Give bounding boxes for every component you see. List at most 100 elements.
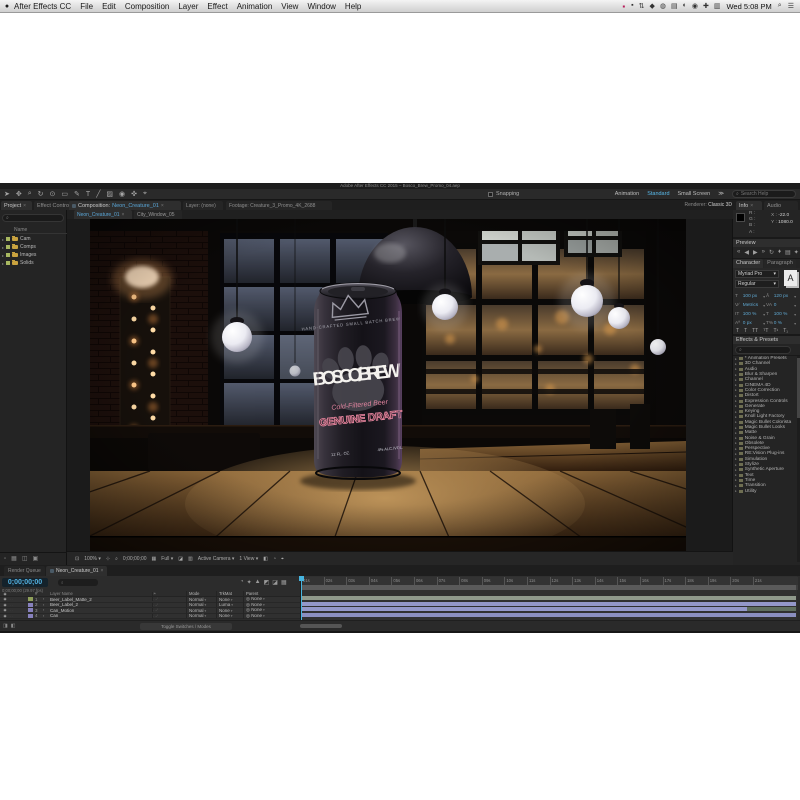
project-name-column[interactable]: Name	[0, 226, 67, 234]
viewer-tab-active[interactable]: Neon_Creature_01 ×	[74, 210, 132, 219]
twirl-icon[interactable]: ▸	[735, 362, 737, 366]
spotlight-icon[interactable]: ⌕	[778, 2, 782, 10]
tool-icon[interactable]: ✥	[16, 190, 22, 198]
renderer-control[interactable]: Renderer: Classic 3D	[646, 202, 732, 208]
font-preview-swatch[interactable]: A	[784, 270, 797, 286]
project-search-input[interactable]: ⌕	[2, 214, 64, 222]
status-icon[interactable]: ◍	[660, 2, 666, 10]
twirl-icon[interactable]: ▸	[735, 426, 737, 430]
tab-footage[interactable]: Footage: Creature_3_Promo_4K_2688	[226, 201, 332, 210]
close-icon[interactable]: ×	[23, 203, 26, 209]
timeline-toolbar-icon[interactable]: ▲	[255, 579, 261, 586]
effects-search-input[interactable]: ⌕	[735, 346, 791, 354]
search-help-input[interactable]: ⌕ Search Help	[732, 190, 796, 198]
layer-name-column[interactable]: Layer Name	[50, 591, 152, 596]
comp-control[interactable]: 100% ▾	[84, 556, 101, 562]
twirl-icon[interactable]: ▸	[2, 245, 4, 250]
style-toggle[interactable]: T	[744, 328, 747, 334]
tool-icon[interactable]: ▭	[61, 190, 68, 198]
snapping-checkbox[interactable]	[488, 192, 493, 197]
label-color-swatch[interactable]	[6, 237, 10, 241]
expand-icon[interactable]: ◨	[3, 623, 8, 629]
notification-center-icon[interactable]: ☰	[788, 2, 794, 10]
menu-item[interactable]: Window	[307, 2, 335, 11]
transport-button[interactable]: ◀	[744, 249, 749, 256]
visibility-eye-icon[interactable]: ◉	[0, 614, 10, 618]
twirl-icon[interactable]: ▸	[735, 473, 737, 477]
tab-paragraph[interactable]: Paragraph	[764, 259, 796, 268]
twirl-icon[interactable]: ▸	[735, 383, 737, 387]
timeline-toolbar-icon[interactable]: ◪	[272, 579, 278, 586]
menu-item[interactable]: Edit	[102, 2, 116, 11]
status-icons[interactable]: ▪⇅◆◍▤◐◉✚▥	[631, 2, 720, 10]
twirl-icon[interactable]: ▸	[735, 441, 737, 445]
twirl-icon[interactable]: ▸	[735, 463, 737, 467]
project-footer-icon[interactable]: ▣	[32, 555, 38, 562]
twirl-icon[interactable]: ▸	[735, 388, 737, 392]
menu-item[interactable]: Help	[345, 2, 361, 11]
menu-item[interactable]: View	[281, 2, 298, 11]
comp-control[interactable]: ⌖	[281, 556, 284, 562]
transport-button[interactable]: ♦	[778, 249, 781, 256]
layer-label-color[interactable]	[28, 608, 33, 612]
project-footer-icon[interactable]: ▦	[11, 555, 17, 562]
status-icon[interactable]: ✚	[703, 2, 709, 10]
label-color-swatch[interactable]	[6, 261, 10, 265]
comp-control[interactable]: Active Camera ▾	[198, 556, 235, 562]
layer-bar[interactable]	[302, 602, 796, 606]
project-folder-row[interactable]: ▸ Images	[0, 251, 67, 259]
twirl-icon[interactable]: ▸	[735, 457, 737, 461]
status-icon[interactable]: ◆	[650, 2, 655, 10]
tool-icon[interactable]: ╱	[96, 190, 100, 198]
transport-button[interactable]: »	[762, 249, 765, 256]
preview-option-icon[interactable]: ✦	[794, 249, 799, 256]
status-icon[interactable]: ◉	[692, 2, 698, 10]
mode-column[interactable]: Mode	[186, 591, 216, 596]
twirl-icon[interactable]: ▸	[2, 253, 4, 258]
label-color-swatch[interactable]	[6, 245, 10, 249]
trkmat-column[interactable]: TrkMat	[216, 591, 243, 596]
char-setting-value[interactable]: 0	[774, 303, 793, 308]
twirl-icon[interactable]: ▸	[735, 415, 737, 419]
visibility-eye-icon[interactable]: ◉	[0, 603, 10, 607]
style-toggle[interactable]: T	[736, 328, 739, 334]
workspace-more-icon[interactable]: ≫	[718, 191, 724, 197]
tool-icon[interactable]: ✎	[74, 190, 80, 198]
comp-control[interactable]: ▦	[152, 556, 157, 562]
style-toggle[interactable]: T₁	[783, 328, 788, 334]
twirl-icon[interactable]: ▸	[735, 410, 737, 414]
transport-button[interactable]: «	[737, 249, 740, 256]
layer-row[interactable]: ◉ ∙ ∙ 4 ▪ Can ∙ ∙ ⁄ Normal▾ None▾ ◎ None…	[0, 614, 300, 620]
menu-item[interactable]: Animation	[237, 2, 273, 11]
style-toggle[interactable]: ᵀT	[763, 328, 768, 334]
layer-trkmat[interactable]: None▾	[216, 597, 243, 602]
twirl-icon[interactable]: ▸	[735, 452, 737, 456]
layer-name[interactable]: Can	[50, 613, 152, 618]
menu-item[interactable]: After Effects CC	[14, 2, 71, 11]
layer-mode[interactable]: Normal▾	[186, 608, 216, 613]
menu-item[interactable]: Effect	[207, 2, 227, 11]
timeline-toolbar-icon[interactable]: ◔	[240, 579, 244, 586]
tool-icon[interactable]: T	[86, 191, 90, 198]
layer-label-color[interactable]	[28, 614, 33, 618]
twirl-icon[interactable]: ▸	[735, 484, 737, 488]
twirl-icon[interactable]: ▸	[735, 420, 737, 424]
project-folder-row[interactable]: ▸ Solids	[0, 259, 67, 267]
twirl-icon[interactable]: ▸	[2, 237, 4, 242]
layer-name[interactable]: Beer_Label_Matte_2	[50, 597, 152, 602]
preview-panel-header[interactable]: Preview	[733, 238, 800, 247]
layer-label-color[interactable]	[28, 597, 33, 601]
layer-name[interactable]: Can_Motion	[50, 608, 152, 613]
project-folder-row[interactable]: ▸ Comps	[0, 243, 67, 251]
comp-control[interactable]: ◔	[273, 556, 276, 562]
close-icon[interactable]: ×	[101, 568, 104, 574]
workspace-small-screen[interactable]: Small Screen	[678, 191, 711, 197]
layer-trkmat[interactable]: None▾	[216, 608, 243, 613]
char-setting-value[interactable]: 100 %	[774, 312, 793, 317]
twirl-icon[interactable]: ▸	[735, 378, 737, 382]
twirl-icon[interactable]: ▸	[735, 367, 737, 371]
transport-button[interactable]: ↻	[769, 249, 774, 256]
visibility-eye-icon[interactable]: ◉	[0, 608, 10, 612]
menu-item[interactable]: Composition	[125, 2, 169, 11]
twirl-icon[interactable]: ▸	[735, 478, 737, 482]
